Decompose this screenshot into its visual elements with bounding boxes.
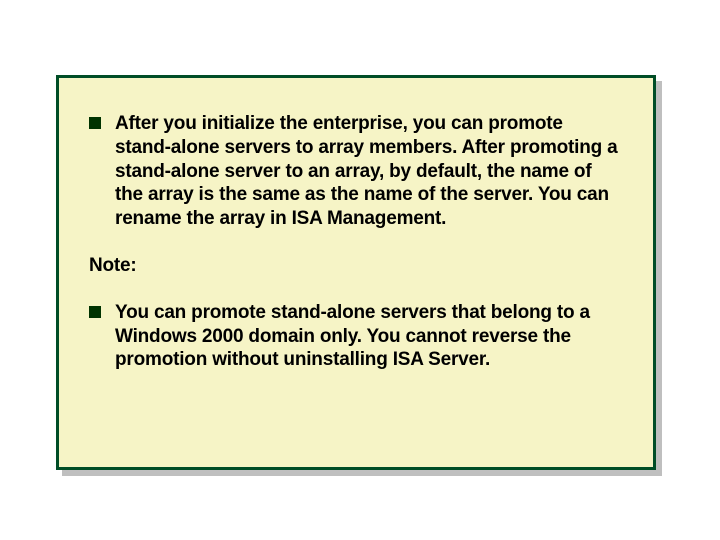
info-panel: After you initialize the enterprise, you… [56,75,656,470]
square-bullet-icon [89,117,101,129]
bullet-row-1: After you initialize the enterprise, you… [89,112,623,231]
bullet-text-2: You can promote stand-alone servers that… [115,301,623,372]
note-label: Note: [89,255,623,277]
square-bullet-icon [89,306,101,318]
slide-container: After you initialize the enterprise, you… [56,75,661,475]
panel-content: After you initialize the enterprise, you… [59,78,653,426]
bullet-row-2: You can promote stand-alone servers that… [89,301,623,372]
bullet-text-1: After you initialize the enterprise, you… [115,112,623,231]
